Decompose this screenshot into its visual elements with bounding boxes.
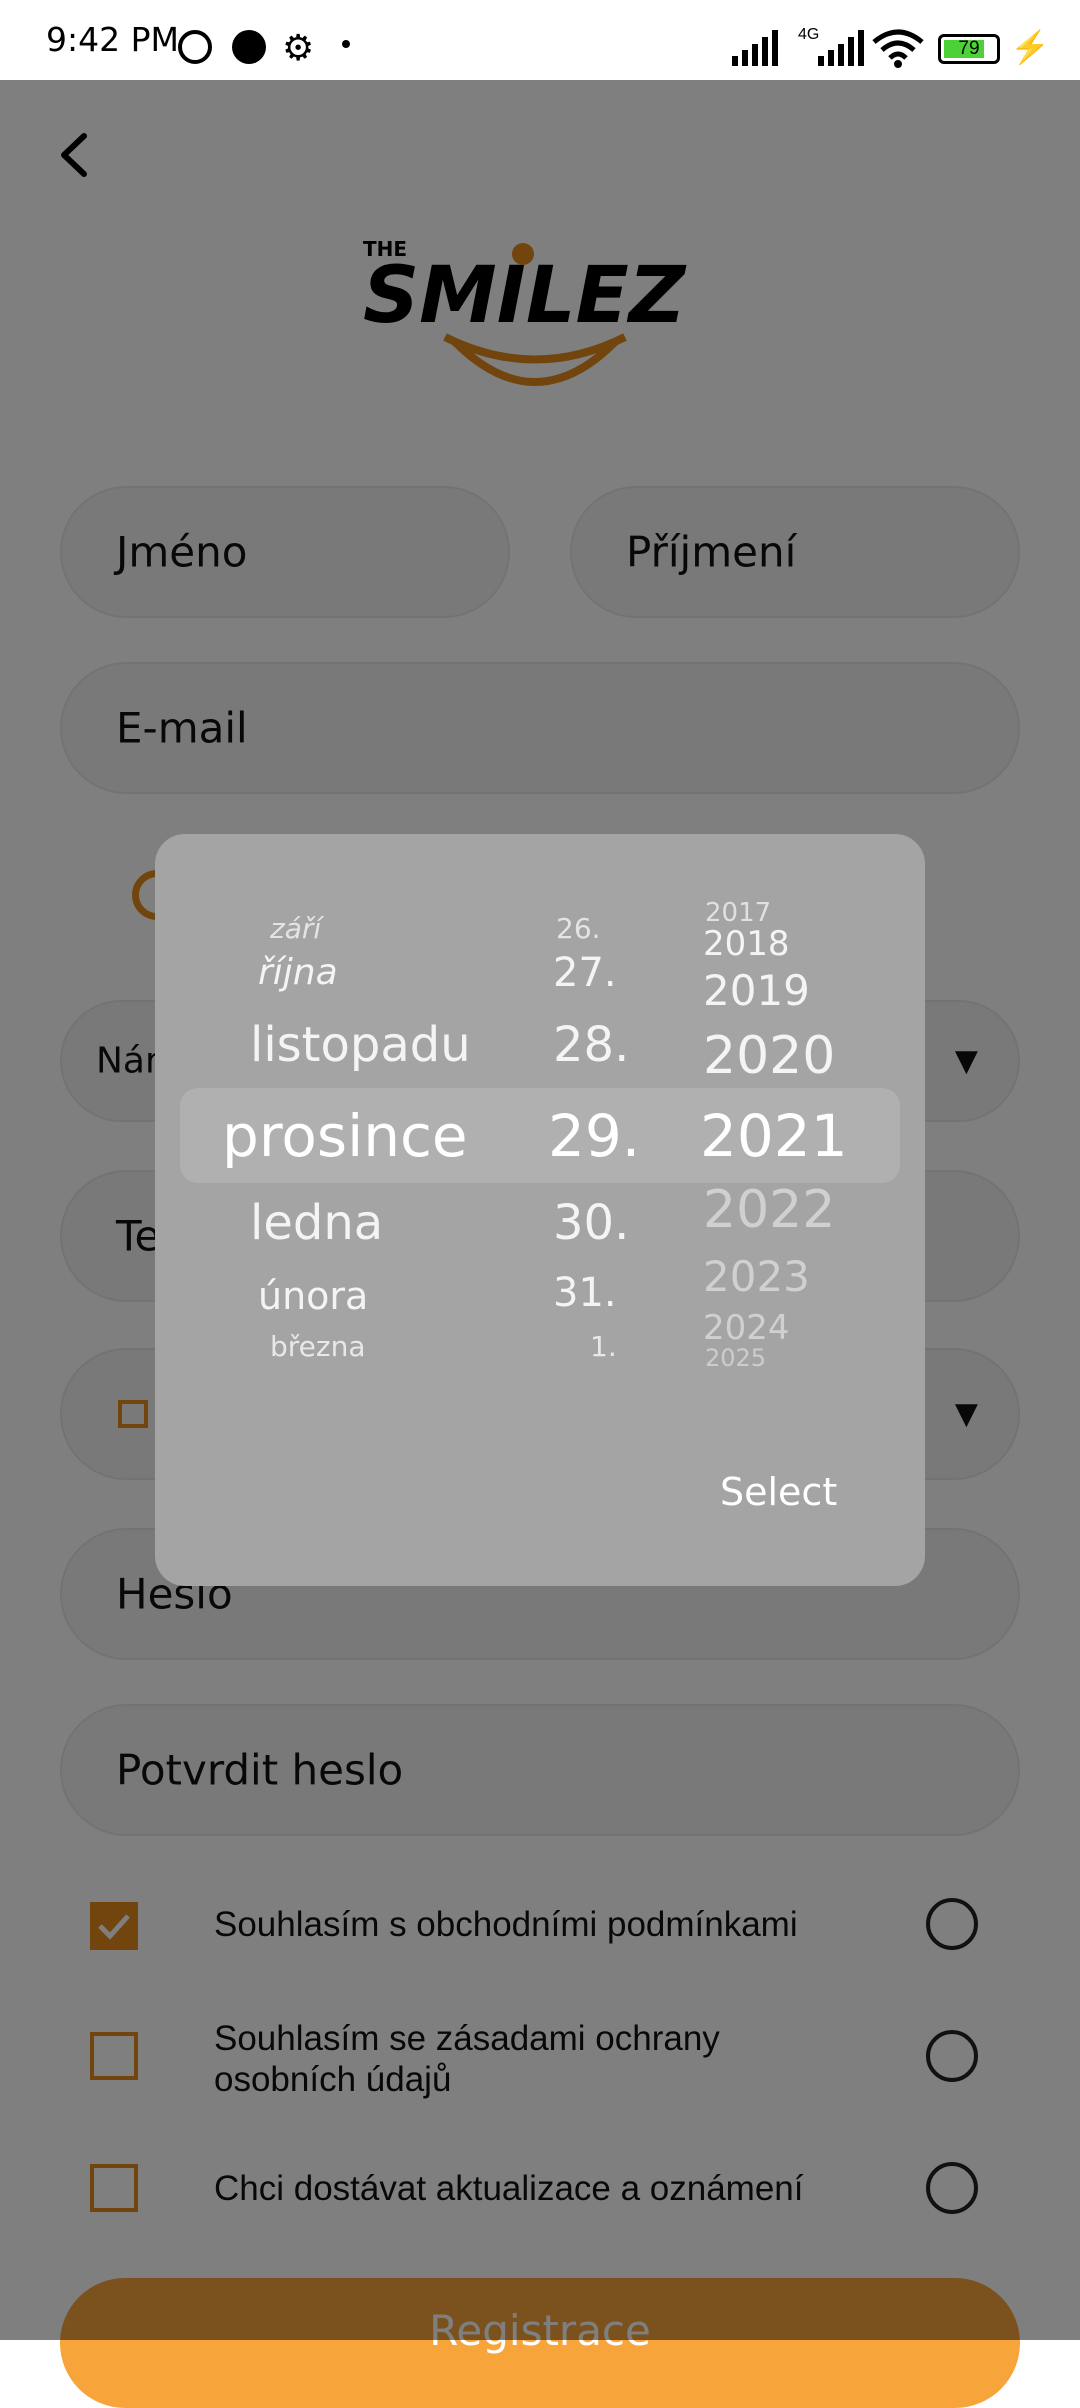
picker-year-item[interactable]: 2025: [705, 1344, 766, 1372]
picker-month-item[interactable]: září: [270, 912, 321, 945]
whatsapp-icon: [178, 30, 212, 64]
picker-month-selected[interactable]: prosince: [222, 1102, 468, 1170]
battery-icon: 79: [938, 34, 1000, 64]
picker-day-item[interactable]: 31.: [553, 1270, 617, 1316]
gear-icon: ⚙: [282, 27, 315, 68]
picker-month-item[interactable]: října: [258, 952, 338, 993]
charging-icon: ⚡: [1010, 29, 1050, 65]
app-icon: [232, 30, 266, 64]
signal-icon: [732, 30, 778, 66]
picker-year-item[interactable]: 2018: [703, 924, 790, 964]
picker-month-item[interactable]: února: [258, 1274, 368, 1318]
picker-year-item[interactable]: 2019: [703, 966, 810, 1015]
picker-day-item[interactable]: 30.: [553, 1195, 629, 1251]
status-bar: 9:42 PM ⚙ 4G 79 ⚡: [0, 0, 1080, 80]
picker-year-item[interactable]: 2024: [703, 1308, 790, 1348]
picker-day-item[interactable]: 27.: [553, 950, 617, 996]
picker-day-item[interactable]: 1.: [590, 1330, 617, 1363]
select-button[interactable]: Select: [720, 1470, 837, 1514]
picker-month-item[interactable]: ledna: [250, 1195, 383, 1251]
picker-year-item[interactable]: 2022: [703, 1180, 835, 1240]
picker-year-item[interactable]: 2023: [703, 1252, 810, 1301]
picker-day-selected[interactable]: 29.: [548, 1102, 640, 1170]
picker-day-item[interactable]: 26.: [556, 912, 601, 945]
battery-level: 79: [958, 38, 980, 59]
picker-month-item[interactable]: března: [270, 1330, 366, 1363]
picker-year-selected[interactable]: 2021: [700, 1102, 848, 1170]
wifi-icon: [872, 29, 924, 68]
signal-icon-2: [818, 30, 864, 66]
picker-year-item[interactable]: 2020: [703, 1026, 835, 1086]
network-type: 4G: [798, 26, 820, 43]
status-time: 9:42 PM: [46, 20, 179, 59]
dot-icon: [342, 40, 350, 48]
picker-month-item[interactable]: listopadu: [250, 1017, 471, 1073]
picker-day-item[interactable]: 28.: [553, 1017, 629, 1073]
